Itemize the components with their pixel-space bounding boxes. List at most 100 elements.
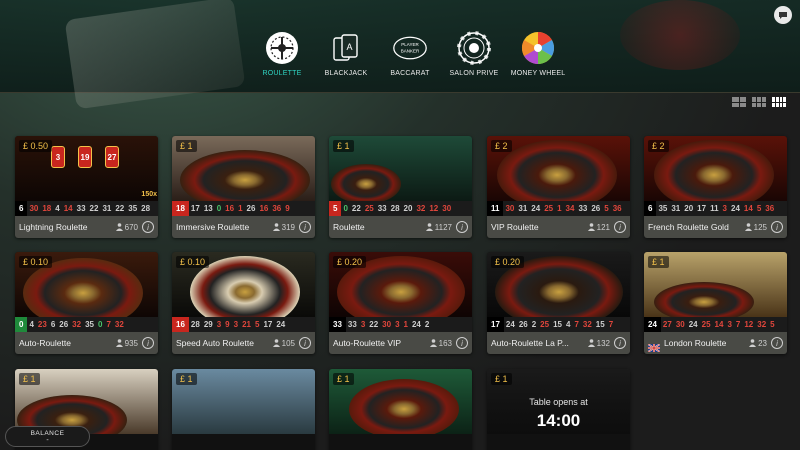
info-icon[interactable]: i [299, 337, 311, 349]
result-number: 12 [744, 320, 754, 329]
header-background-chip [620, 0, 740, 70]
uk-flag-icon [647, 339, 661, 353]
result-number: 6 [644, 201, 657, 216]
min-bet-badge: £ 0.20 [491, 256, 525, 268]
chat-icon[interactable] [774, 6, 792, 24]
result-number: 0 [343, 204, 348, 213]
result-number: 12 [429, 204, 439, 213]
info-icon[interactable]: i [299, 221, 311, 233]
result-number: 6 [15, 201, 28, 216]
result-number: 33 [76, 204, 86, 213]
table-name: Auto-Roulette VIP [333, 338, 402, 348]
table-card[interactable]: 3 19 27 150x £ 0.50 6 30 18 4 14 33 22 31 22 35 28 Light… [15, 136, 158, 238]
nav-item-blackjack[interactable]: A BLACKJACK [314, 30, 378, 77]
result-number: 20 [403, 204, 413, 213]
result-number: 26 [59, 320, 69, 329]
player-count: 125 [744, 223, 767, 232]
result-number: 3 [233, 320, 239, 329]
table-card[interactable]: £ 0.20 33 33 3 22 30 3 1 24 2 Auto-Roulette VIP 163… [329, 252, 472, 354]
min-bet-badge: £ 0.20 [333, 256, 367, 268]
table-thumbnail: £ 1 [329, 369, 472, 434]
nav-item-roulette[interactable]: ROULETTE [250, 30, 314, 77]
table-card[interactable]: £ 0.10 16 28 29 3 9 3 21 5 17 24 Speed Auto Roulett… [172, 252, 315, 354]
table-name: Auto-Roulette La P... [491, 338, 569, 348]
result-number: 30 [442, 204, 452, 213]
table-name: Lightning Roulette [19, 222, 88, 232]
table-thumbnail: £ 1 [172, 369, 315, 434]
table-card[interactable]: Table opens at 14:00 £ 1 [487, 369, 630, 450]
table-footer: London Roulette 23 i [644, 332, 787, 354]
person-icon [429, 339, 437, 347]
min-bet-badge: £ 2 [491, 140, 512, 152]
table-name: VIP Roulette [491, 222, 539, 232]
result-number: 17 [190, 204, 200, 213]
money-wheel-icon [520, 30, 556, 66]
table-footer: VIP Roulette 121 i [487, 216, 630, 238]
info-icon[interactable]: i [456, 337, 468, 349]
table-footer: Speed Auto Roulette 105 i [172, 332, 315, 354]
table-name: French Roulette Gold [648, 222, 729, 232]
nav-item-salon-prive[interactable]: SALON PRIVE [442, 30, 506, 77]
grid-medium-icon[interactable] [752, 97, 766, 107]
result-number: 33 [377, 204, 387, 213]
table-card[interactable]: £ 1 18 17 13 0 16 1 26 16 36 9 Immersive Roulette 31… [172, 136, 315, 238]
result-number: 16 [225, 204, 235, 213]
table-card[interactable]: £ 0.20 17 24 26 2 25 15 4 7 32 15 7 Auto-Roulette La… [487, 252, 630, 354]
result-number: 33 [329, 317, 346, 332]
result-number: 7 [574, 320, 579, 329]
result-number: 14 [743, 204, 753, 213]
table-thumbnail: £ 2 [644, 136, 787, 201]
table-card[interactable]: £ 1 [172, 369, 315, 450]
player-count: 1127 [425, 223, 452, 232]
table-card[interactable]: £ 2 11 30 31 24 25 1 34 33 26 5 36 VIP Roulette 121 i [487, 136, 630, 238]
table-card[interactable]: £ 1 5 0 22 25 33 28 20 32 12 30 Roulette 1127 i [329, 136, 472, 238]
result-number: 20 [684, 204, 694, 213]
balance-widget[interactable]: BALANCE - [5, 426, 90, 447]
min-bet-badge: £ 0.10 [176, 256, 210, 268]
table-name: Immersive Roulette [176, 222, 250, 232]
table-card[interactable]: £ 1 [329, 369, 472, 450]
info-icon[interactable]: i [456, 221, 468, 233]
grid-large-icon[interactable] [732, 97, 746, 107]
result-number: 35 [85, 320, 94, 329]
result-number: 22 [115, 204, 125, 213]
result-number: 24 [531, 204, 541, 213]
table-card[interactable]: £ 0.10 0 4 23 6 26 32 35 0 7 32 Auto-Roulette 935 i [15, 252, 158, 354]
nav-item-money-wheel[interactable]: MONEY WHEEL [506, 30, 570, 77]
info-icon[interactable]: i [614, 221, 626, 233]
result-number: 0 [97, 320, 103, 329]
min-bet-badge: £ 2 [648, 140, 669, 152]
result-number: 21 [242, 320, 251, 329]
table-card[interactable]: £ 2 6 35 31 20 17 11 3 24 14 5 36 French Roulette Go… [644, 136, 787, 238]
results-history: 24 27 30 24 25 14 3 7 12 32 5 [644, 317, 787, 332]
info-icon[interactable]: i [142, 221, 154, 233]
table-thumbnail: £ 0.10 [172, 252, 315, 317]
game-category-nav: ROULETTE A BLACKJACK PLAYER BANKER BACCA… [250, 30, 570, 77]
result-number: 31 [671, 204, 681, 213]
table-thumbnail: £ 1 [329, 136, 472, 201]
result-number: 24 [731, 204, 740, 213]
result-number: 2 [531, 320, 537, 329]
min-bet-badge: £ 1 [333, 140, 354, 152]
info-icon[interactable]: i [771, 337, 783, 349]
baccarat-player-text: PLAYER [401, 42, 419, 47]
info-icon[interactable]: i [771, 221, 783, 233]
nav-label: BLACKJACK [324, 70, 368, 77]
result-number: 11 [487, 201, 504, 216]
person-icon [115, 339, 123, 347]
blackjack-cards-icon: A [328, 30, 364, 66]
results-history: 11 30 31 24 25 1 34 33 26 5 36 [487, 201, 630, 216]
nav-label: SALON PRIVE [449, 70, 499, 77]
nav-item-baccarat[interactable]: PLAYER BANKER BACCARAT [378, 30, 442, 77]
nav-label: ROULETTE [262, 70, 302, 77]
grid-small-icon[interactable] [772, 97, 786, 107]
result-number: 7 [735, 320, 741, 329]
table-card[interactable]: £ 1 24 27 30 24 25 14 3 7 12 32 5 London Roulette 23 i [644, 252, 787, 354]
roulette-wheel-image [497, 140, 617, 201]
result-number: 3 [360, 320, 366, 329]
info-icon[interactable]: i [142, 337, 154, 349]
result-number: 24 [688, 320, 698, 329]
info-icon[interactable]: i [614, 337, 626, 349]
player-count: 670 [115, 223, 138, 232]
person-icon [587, 223, 595, 231]
